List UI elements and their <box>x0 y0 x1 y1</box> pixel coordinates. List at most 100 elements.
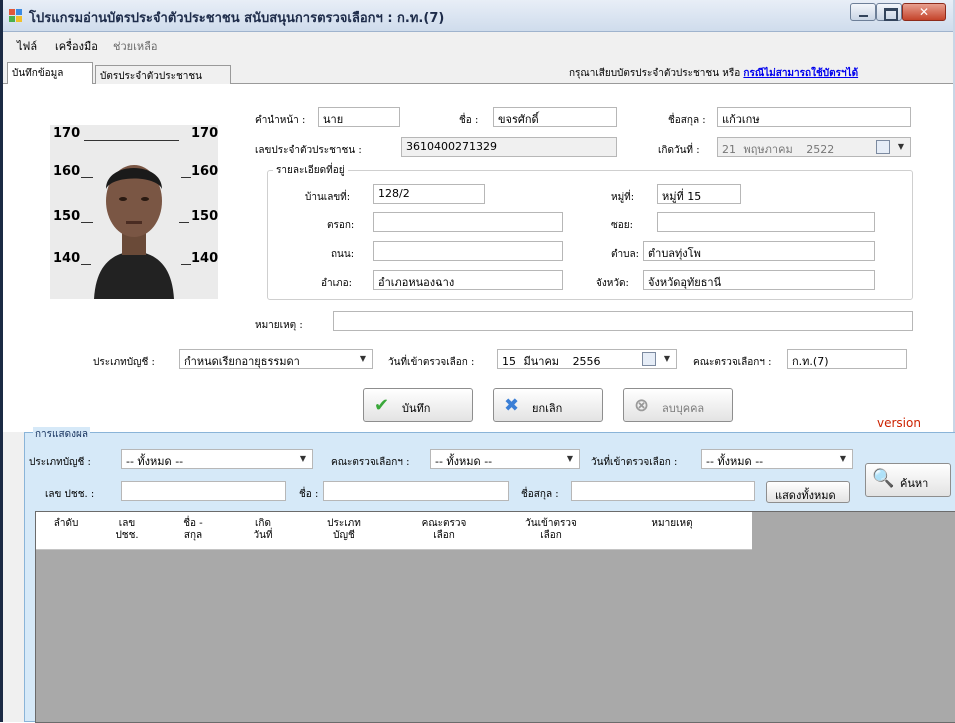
filter-date-select[interactable]: -- ทั้งหมด -- ▼ <box>701 449 853 469</box>
filter-name-field[interactable] <box>323 481 509 501</box>
close-icon: ✕ <box>918 5 930 19</box>
id-field[interactable]: 3610400271329 <box>401 137 617 157</box>
filter-type-label: ประเภทบัญชี : <box>29 457 91 468</box>
exam-day: 15 <box>502 355 516 368</box>
tambon-label: ตำบล: <box>611 249 639 260</box>
check-icon: ✔ <box>374 395 390 416</box>
maximize-button[interactable] <box>876 3 902 21</box>
chevron-down-icon: ▼ <box>359 354 367 363</box>
results-grid[interactable]: ลำดับ เลข ปชช. ชื่อ - สกุล เกิด วันที่ ประเ… <box>35 511 955 723</box>
surname-label: ชื่อสกุล : <box>668 115 706 126</box>
soi-field[interactable] <box>657 212 875 232</box>
scale-line <box>81 222 93 223</box>
tab-id-card[interactable]: บัตรประจำตัวประชาชน <box>95 65 231 85</box>
calendar-icon <box>876 140 890 154</box>
title-bar: โปรแกรมอ่านบัตรประจำตัวประชาชน สนับสนุนก… <box>3 0 953 32</box>
soi-label: ซอย: <box>611 220 634 231</box>
delete-icon: ⊗ <box>634 395 650 416</box>
window-title: โปรแกรมอ่านบัตรประจำตัวประชาชน สนับสนุนก… <box>29 11 445 26</box>
column-header-exam-date[interactable]: วันเข้าตรวจ เลือก <box>498 518 604 542</box>
province-field[interactable]: จังหวัดอุทัยธานี <box>643 270 875 290</box>
filter-surname-field[interactable] <box>571 481 755 501</box>
scale-line <box>179 222 189 223</box>
search-button-label: ค้นหา <box>900 477 929 490</box>
scale-label-left: 150 <box>53 209 81 224</box>
tambon-field[interactable]: ตำบลทุ่งโพ <box>643 241 875 261</box>
province-label: จังหวัด: <box>596 278 629 289</box>
amphoe-label: อำเภอ: <box>321 278 353 289</box>
column-header-birth[interactable]: เกิด วันที่ <box>228 518 298 542</box>
name-field[interactable]: ขจรศักดิ์ <box>493 107 617 127</box>
filter-committee-select[interactable]: -- ทั้งหมด -- ▼ <box>430 449 580 469</box>
card-hint-text: กรุณาเสียบบัตรประจำตัวประชาชน หรือ <box>569 68 741 79</box>
birth-date-picker[interactable]: 21 พฤษภาคม 2522 ▼ <box>717 137 911 157</box>
tab-record[interactable]: บันทึกข้อมูล <box>7 62 93 85</box>
exam-date-picker[interactable]: 15 มีนาคม 2556 ▼ <box>497 349 677 369</box>
remark-label: หมายเหตุ : <box>255 320 303 331</box>
column-header-name[interactable]: ชื่อ - สกุล <box>158 518 228 542</box>
filter-id-field[interactable] <box>121 481 286 501</box>
scale-label-right: 140 <box>191 251 219 266</box>
app-window: โปรแกรมอ่านบัตรประจำตัวประชาชน สนับสนุนก… <box>0 0 955 723</box>
filter-type-value: -- ทั้งหมด -- <box>126 455 184 468</box>
show-all-button-label: แสดงทั้งหมด <box>775 489 836 502</box>
filter-name-label: ชื่อ : <box>299 489 319 500</box>
scale-label-left: 170 <box>53 126 81 141</box>
column-header-type[interactable]: ประเภท บัญชี <box>298 518 390 542</box>
exam-date-label: วันที่เข้าตรวจเลือก : <box>388 357 475 368</box>
road-label: ถนน: <box>331 249 355 260</box>
road-field[interactable] <box>373 241 563 261</box>
show-all-button[interactable]: แสดงทั้งหมด <box>766 481 850 503</box>
chevron-down-icon: ▼ <box>897 142 905 151</box>
birth-label: เกิดวันที่ : <box>658 145 700 156</box>
menu-bar: ไฟล์ เครื่องมือ ช่วยเหลือ <box>3 32 953 56</box>
app-icon <box>9 9 22 22</box>
menu-file[interactable]: ไฟล์ <box>17 37 37 55</box>
search-button[interactable]: 🔍 ค้นหา <box>865 463 951 497</box>
filter-surname-label: ชื่อสกุล : <box>521 489 559 500</box>
exam-year: 2556 <box>572 355 601 368</box>
scale-line <box>81 264 91 265</box>
card-hint: กรุณาเสียบบัตรประจำตัวประชาชน หรือ กรณีไ… <box>569 66 858 81</box>
id-label: เลขประจำตัวประชาชน : <box>255 145 362 156</box>
menu-help[interactable]: ช่วยเหลือ <box>113 37 157 55</box>
name-label: ชื่อ : <box>459 115 479 126</box>
menu-tools[interactable]: เครื่องมือ <box>55 37 98 55</box>
moo-field[interactable]: หมู่ที่ 15 <box>657 184 741 204</box>
search-icon: 🔍 <box>872 468 895 489</box>
house-label: บ้านเลขที่: <box>305 192 351 203</box>
save-button-label: บันทึก <box>402 402 431 415</box>
close-button[interactable]: ✕ <box>902 3 946 21</box>
cancel-button[interactable]: ✖ ยกเลิก <box>493 388 603 422</box>
scale-label-left: 140 <box>53 251 81 266</box>
delete-button-label: ลบบุคคล <box>662 402 705 415</box>
filter-date-label: วันที่เข้าตรวจเลือก : <box>591 457 678 468</box>
manual-entry-link[interactable]: กรณีไม่สามารถใช้บัตรฯได้ <box>743 68 858 79</box>
remark-field[interactable] <box>333 311 913 331</box>
address-group-title: รายละเอียดที่อยู่ <box>273 163 348 178</box>
filter-type-select[interactable]: -- ทั้งหมด -- ▼ <box>121 449 313 469</box>
column-header-committee[interactable]: คณะตรวจ เลือก <box>390 518 498 542</box>
calendar-icon <box>642 352 656 366</box>
account-type-value: กำหนดเรียกอายุธรรมดา <box>184 355 300 368</box>
chevron-down-icon: ▼ <box>839 454 847 463</box>
exam-month: มีนาคม <box>523 355 560 368</box>
surname-field[interactable]: แก้วเกษ <box>717 107 911 127</box>
scale-line <box>81 177 93 178</box>
trok-field[interactable] <box>373 212 563 232</box>
results-panel: การแสดงผล ประเภทบัญชี : -- ทั้งหมด -- ▼ … <box>24 427 955 723</box>
column-header-order[interactable]: ลำดับ <box>36 518 96 530</box>
account-type-select[interactable]: กำหนดเรียกอายุธรรมดา ▼ <box>179 349 373 369</box>
amphoe-field[interactable]: อำเภอหนองฉาง <box>373 270 563 290</box>
chevron-down-icon: ▼ <box>566 454 574 463</box>
save-button[interactable]: ✔ บันทึก <box>363 388 473 422</box>
house-field[interactable]: 128/2 <box>373 184 485 204</box>
minimize-button[interactable] <box>850 3 876 21</box>
filter-committee-label: คณะตรวจเลือกฯ : <box>331 457 410 468</box>
column-header-id[interactable]: เลข ปชช. <box>96 518 158 542</box>
prefix-field[interactable]: นาย <box>318 107 400 127</box>
scale-label-right: 170 <box>191 126 219 141</box>
delete-person-button[interactable]: ⊗ ลบบุคคล <box>623 388 733 422</box>
column-header-remark[interactable]: หมายเหตุ <box>604 518 740 530</box>
committee-field[interactable]: ก.ท.(7) <box>787 349 907 369</box>
